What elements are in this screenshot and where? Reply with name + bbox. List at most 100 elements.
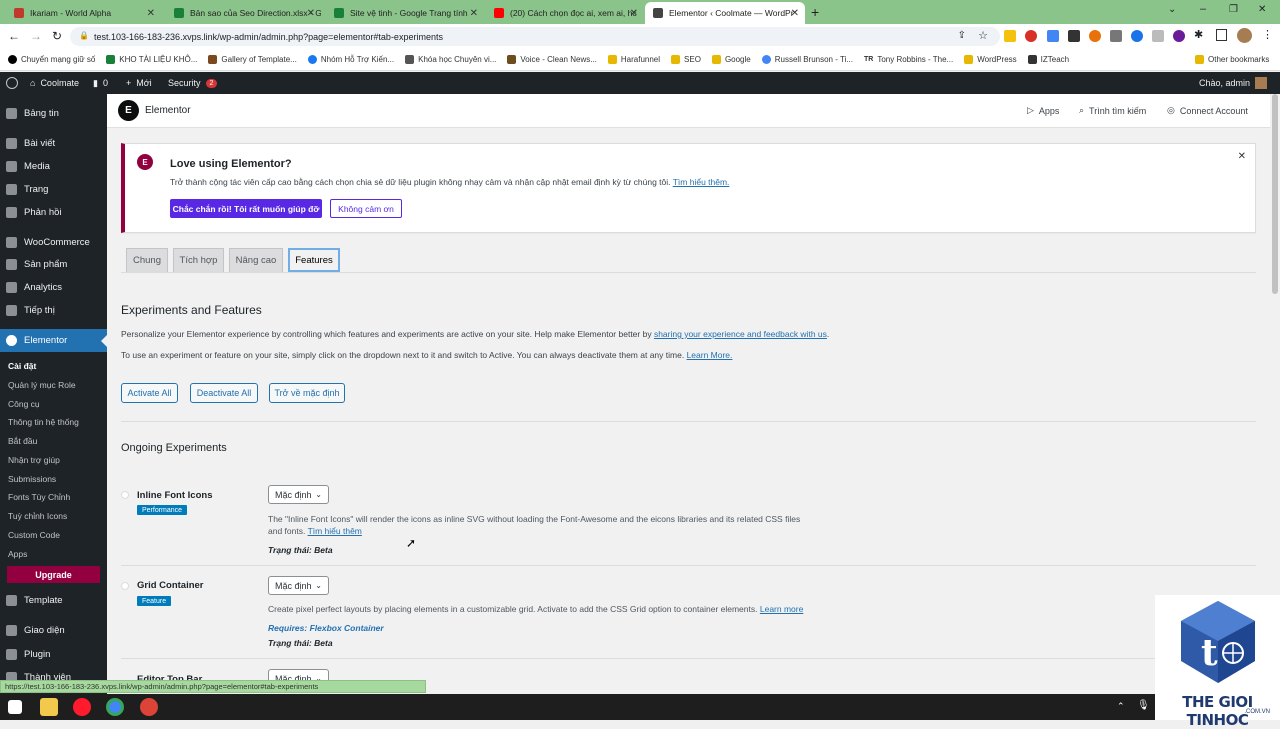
tab-advanced[interactable]: Nâng cao (229, 248, 283, 272)
sidebar-sub-custom-code[interactable]: Custom Code (8, 530, 60, 540)
bookmark[interactable]: Google (711, 55, 751, 64)
experiment-state-select[interactable]: Mặc định ⌄ (268, 485, 329, 504)
bookmark[interactable]: Voice - Clean News... (507, 55, 597, 64)
minimize-icon[interactable]: – (1200, 3, 1206, 15)
experiment-learn-more-link[interactable]: Learn more (760, 604, 803, 614)
sidebar-item-templates[interactable]: Template (0, 589, 107, 611)
security-link[interactable]: Security 2 (168, 72, 218, 94)
reset-default-button[interactable]: Trở về mặc định (269, 383, 345, 403)
accept-button[interactable]: Chắc chắn rồi! Tôi rất muốn giúp đỡ (170, 199, 322, 218)
sidebar-sub-submissions[interactable]: Submissions (8, 474, 56, 484)
avatar[interactable] (1237, 28, 1252, 43)
scrollbar-thumb[interactable] (1272, 94, 1278, 294)
sidebar-item-media[interactable]: Media (0, 155, 107, 177)
close-icon[interactable]: ✕ (1238, 151, 1246, 162)
upgrade-button[interactable]: Upgrade (7, 566, 100, 583)
close-icon[interactable]: ✕ (307, 8, 315, 19)
apps-link[interactable]: ▷ Apps (1027, 105, 1059, 116)
file-explorer-icon[interactable] (40, 698, 58, 716)
learn-more-link[interactable]: Learn More. (687, 350, 733, 360)
extension-icon[interactable] (1025, 30, 1037, 42)
chrome-icon[interactable] (106, 698, 124, 716)
microphone-icon[interactable]: 🎙 (1137, 700, 1150, 711)
close-icon[interactable]: ✕ (791, 8, 799, 19)
bookmark[interactable]: Nhóm Hỗ Trợ Kiến... (307, 55, 394, 64)
tray-chevron-icon[interactable]: ⌃ (1117, 701, 1125, 712)
close-icon[interactable]: ✕ (630, 8, 638, 19)
sidebar-sub-custom-fonts[interactable]: Fonts Tùy Chỉnh (8, 492, 70, 502)
close-icon[interactable]: ✕ (470, 8, 478, 19)
address-bar[interactable]: 🔒 test.103-166-183-236.xvps.link/wp-admi… (70, 27, 1000, 46)
connect-account-link[interactable]: ◎ Connect Account (1167, 105, 1248, 116)
tab-features[interactable]: Features (288, 248, 340, 272)
extension-icon[interactable] (1173, 30, 1185, 42)
sidebar-sub-tools[interactable]: Công cụ (8, 399, 40, 409)
reload-icon[interactable]: ↻ (52, 29, 62, 43)
forward-icon[interactable]: → (30, 29, 42, 43)
extension-icon[interactable] (1089, 30, 1101, 42)
bookmark[interactable]: WordPress (964, 55, 1017, 64)
bookmark[interactable]: KHO TÀI LIỆU KHÔ... (106, 55, 197, 64)
sidebar-sub-apps[interactable]: Apps (8, 549, 27, 559)
chevron-down-icon[interactable]: ⌄ (1168, 4, 1176, 15)
sidebar-sub-custom-icons[interactable]: Tuỳ chỉnh Icons (8, 511, 67, 521)
account-menu[interactable]: Chào, admin (1199, 72, 1268, 94)
feedback-link[interactable]: sharing your experience and feedback wit… (654, 329, 827, 339)
browser-tab-active[interactable]: Elementor ‹ Coolmate — WordPr ✕ (645, 2, 805, 24)
browser-tab[interactable]: (20) Cách chọn đọc ai, xem ai, hc ✕ (486, 2, 644, 24)
other-bookmarks[interactable]: Other bookmarks (1195, 55, 1269, 64)
sidebar-item-marketing[interactable]: Tiếp thị (0, 299, 107, 321)
extension-icon[interactable] (1152, 30, 1164, 42)
bookmark[interactable]: Harafunnel (607, 55, 660, 64)
sidebar-sub-get-help[interactable]: Nhận trợ giúp (8, 455, 60, 465)
bookmark[interactable]: Khóa học Chuyên vi... (405, 55, 496, 64)
deactivate-all-button[interactable]: Deactivate All (190, 383, 258, 403)
sidebar-item-posts[interactable]: Bài viết (0, 132, 107, 154)
sidebar-sub-settings[interactable]: Cài đặt (8, 361, 36, 371)
restore-icon[interactable]: ❐ (1229, 4, 1238, 15)
activate-all-button[interactable]: Activate All (121, 383, 178, 403)
sidebar-item-pages[interactable]: Trang (0, 178, 107, 200)
opera-icon[interactable] (73, 698, 91, 716)
star-icon[interactable]: ☆ (978, 29, 988, 42)
wordpress-logo-icon[interactable] (6, 72, 18, 94)
decline-button[interactable]: Không cảm ơn (330, 199, 402, 218)
extension-icon[interactable] (1068, 30, 1080, 42)
notice-learn-more-link[interactable]: Tìm hiểu thêm. (673, 177, 730, 187)
bookmark[interactable]: Chuyển mạng giữ số (8, 55, 95, 64)
site-name-link[interactable]: ⌂ Coolmate (30, 72, 79, 94)
sidebar-item-woocommerce[interactable]: WooCommerce (0, 231, 107, 253)
comments-link[interactable]: ▮ 0 (93, 72, 108, 94)
sidebar-item-dashboard[interactable]: Bảng tin (0, 102, 107, 124)
browser-tab[interactable]: Bản sao của Seo Direction.xlsx - G ✕ (166, 2, 321, 24)
sidebar-sub-role-manager[interactable]: Quản lý mục Role (8, 380, 76, 390)
bookmark[interactable]: SEO (671, 55, 701, 64)
window-close-icon[interactable]: ✕ (1258, 4, 1266, 15)
new-tab-icon[interactable]: + (811, 4, 819, 20)
menu-kebab-icon[interactable]: ⋮ (1262, 28, 1273, 41)
extension-icon[interactable] (1131, 30, 1143, 42)
extension-icon[interactable] (1110, 30, 1122, 42)
finder-link[interactable]: ⌕ Trình tìm kiếm (1079, 105, 1146, 116)
bookmark[interactable]: TR Tony Robbins - The... (864, 55, 953, 64)
bookmark[interactable]: Gallery of Template... (208, 55, 297, 64)
bookmark[interactable]: IZTeach (1027, 55, 1069, 64)
close-icon[interactable]: ✕ (147, 8, 155, 19)
app-icon[interactable] (140, 698, 158, 716)
extension-icon[interactable] (1047, 30, 1059, 42)
sidebar-item-comments[interactable]: Phản hồi (0, 201, 107, 223)
experiment-learn-more-link[interactable]: Tìm hiểu thêm (308, 526, 362, 536)
sidepanel-icon[interactable] (1216, 29, 1227, 41)
sidebar-item-analytics[interactable]: Analytics (0, 276, 107, 298)
sidebar-sub-getting-started[interactable]: Bắt đầu (8, 436, 37, 446)
browser-tab[interactable]: Ikariam - World Alpha ✕ (6, 2, 161, 24)
browser-tab[interactable]: Site vệ tinh - Google Trang tính ✕ (326, 2, 484, 24)
sidebar-item-elementor[interactable]: Elementor (0, 329, 107, 352)
sidebar-item-appearance[interactable]: Giao diện (0, 619, 107, 641)
windows-start-icon[interactable] (8, 700, 22, 714)
sidebar-item-plugins[interactable]: Plugin (0, 643, 107, 665)
back-icon[interactable]: ← (8, 29, 20, 43)
tab-integrations[interactable]: Tích hợp (173, 248, 224, 272)
sidebar-item-products[interactable]: Sản phẩm (0, 253, 107, 275)
share-icon[interactable]: ⇪ (958, 30, 966, 41)
